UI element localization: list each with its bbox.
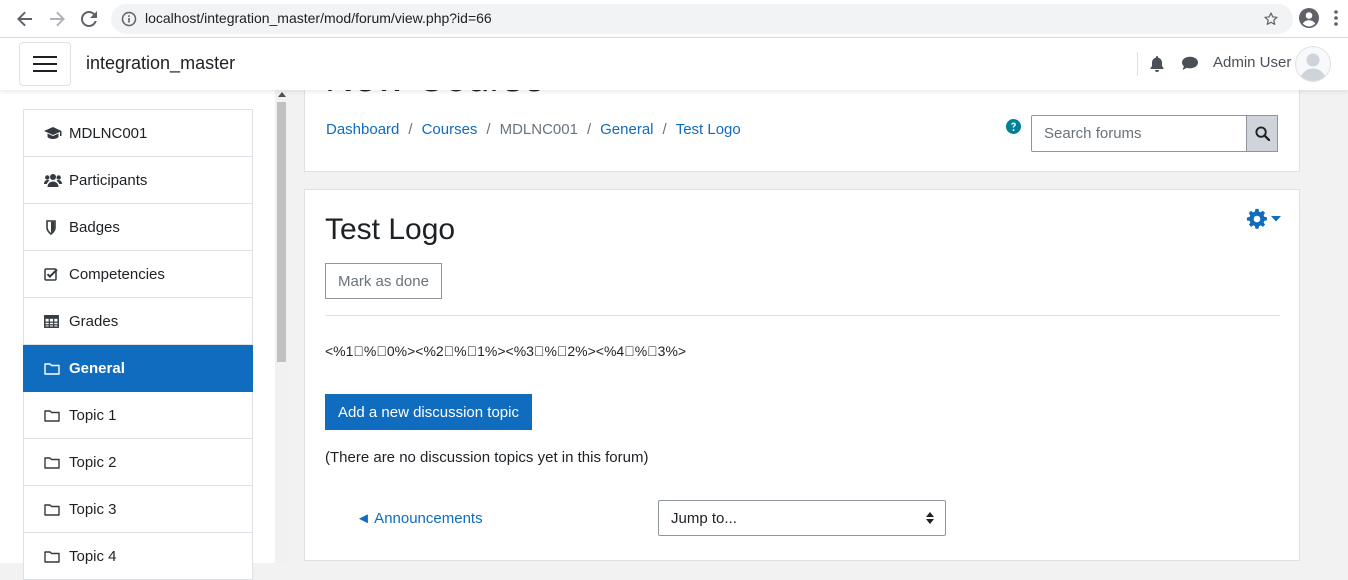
sidebar-item-topic-4[interactable]: Topic 4: [23, 533, 253, 580]
site-name[interactable]: integration_master: [86, 53, 235, 74]
course-title: New Course: [325, 90, 545, 101]
sidebar-item-label: Participants: [69, 171, 148, 189]
bookmark-star-icon[interactable]: [1263, 11, 1279, 27]
users-icon: [44, 172, 62, 188]
select-arrows-icon: [926, 512, 934, 524]
drawer-toggle-button[interactable]: [19, 42, 71, 86]
folder-icon: [44, 360, 62, 376]
check-square-icon: [44, 266, 62, 282]
sidebar-item-topic-2[interactable]: Topic 2: [23, 439, 253, 486]
user-menu-name[interactable]: Admin User: [1213, 54, 1291, 71]
sidebar-item-topic-1[interactable]: Topic 1: [23, 392, 253, 439]
forum-intro: <%1 % 0%><%2 % 1%><%3 % 2%><%4 % 3%>: [325, 343, 687, 359]
forum-content: Test Logo Mark as done <%1 % 0%><%2 % 1%…: [304, 189, 1300, 561]
empty-state-text: (There are no discussion topics yet in t…: [325, 449, 649, 466]
reload-button[interactable]: [78, 8, 100, 30]
search-icon: [1254, 126, 1270, 141]
sidebar-item-label: Grades: [69, 312, 119, 330]
sidebar-item-participants[interactable]: Participants: [23, 157, 253, 204]
search-button[interactable]: [1246, 115, 1278, 152]
search-input[interactable]: [1032, 116, 1247, 151]
shield-icon: [44, 219, 62, 235]
folder-icon: [44, 407, 62, 423]
divider: [325, 315, 1280, 316]
browser-profile-icon[interactable]: [1299, 8, 1319, 28]
back-arrow-icon: [17, 11, 32, 27]
hamburger-icon: [33, 56, 57, 72]
settings-menu-toggle[interactable]: [1246, 208, 1281, 230]
site-navbar: integration_master Admin User: [0, 38, 1348, 90]
jump-to-select[interactable]: Jump to...: [658, 500, 946, 536]
breadcrumb-activity[interactable]: Test Logo: [676, 121, 741, 138]
address-bar[interactable]: localhost/integration_master/mod/forum/v…: [111, 4, 1293, 34]
breadcrumb-courses[interactable]: Courses: [422, 121, 478, 138]
back-button[interactable]: [14, 8, 36, 30]
add-discussion-button[interactable]: Add a new discussion topic: [325, 394, 532, 430]
gear-icon: [1246, 208, 1267, 229]
folder-icon: [44, 548, 62, 564]
scrollbar-thumb[interactable]: [277, 102, 286, 362]
sidebar-item-general[interactable]: General: [23, 345, 253, 392]
sidebar-item-label: Badges: [69, 218, 120, 236]
sidebar-item-label: Topic 3: [69, 500, 117, 518]
page-title: Test Logo: [325, 213, 456, 246]
caret-down-icon: [1271, 216, 1281, 222]
sidebar-item-label: Topic 1: [69, 406, 117, 424]
breadcrumb-course: MDLNC001: [499, 121, 578, 138]
navbar-divider: [1137, 52, 1138, 76]
sidebar-item-label: Topic 4: [69, 547, 117, 565]
breadcrumb-dashboard[interactable]: Dashboard: [326, 121, 399, 138]
reload-icon: [81, 11, 97, 27]
avatar-placeholder-icon: [1295, 46, 1331, 82]
mark-as-done-button[interactable]: Mark as done: [325, 263, 442, 299]
sidebar-item-course[interactable]: MDLNC001: [23, 109, 253, 157]
folder-icon: [44, 454, 62, 470]
table-icon: [44, 313, 62, 329]
messages-bubble-icon[interactable]: [1181, 56, 1199, 71]
info-icon[interactable]: [121, 11, 137, 27]
user-avatar[interactable]: [1295, 46, 1331, 82]
previous-activity-link[interactable]: ◄ Announcements: [356, 510, 483, 527]
breadcrumb: Dashboard / Courses / MDLNC001/General / Test …: [326, 121, 741, 138]
forward-button[interactable]: [46, 8, 68, 30]
browser-menu-icon[interactable]: [1334, 9, 1338, 27]
notifications-bell-icon[interactable]: [1149, 55, 1165, 72]
sidebar-item-topic-3[interactable]: Topic 3: [23, 486, 253, 533]
sidebar-item-label: General: [69, 359, 125, 377]
breadcrumb-section[interactable]: General: [600, 121, 653, 138]
folder-icon: [44, 501, 62, 517]
forward-arrow-icon: [50, 11, 65, 27]
scroll-up-arrow-icon[interactable]: [278, 92, 286, 97]
jump-to-selected-value: Jump to...: [671, 510, 737, 527]
sidebar-item-label: Topic 2: [69, 453, 117, 471]
sidebar-scrollbar[interactable]: [275, 90, 288, 563]
graduation-cap-icon: [44, 125, 62, 141]
course-index-drawer: MDLNC001 Participants Badges Competencie…: [0, 90, 288, 580]
sidebar-item-label: MDLNC001: [69, 124, 148, 142]
sidebar-item-label: Competencies: [69, 265, 165, 283]
forum-search: [1031, 115, 1278, 152]
page-header: New Course Dashboard/Courses/MDLNC001/Ge…: [304, 90, 1300, 172]
url-text[interactable]: localhost/integration_master/mod/forum/v…: [145, 10, 492, 26]
sidebar-item-grades[interactable]: Grades: [23, 298, 253, 345]
sidebar-item-badges[interactable]: Badges: [23, 204, 253, 251]
course-nav-list: MDLNC001 Participants Badges Competencie…: [23, 109, 253, 580]
help-icon[interactable]: [1006, 119, 1021, 134]
sidebar-item-competencies[interactable]: Competencies: [23, 251, 253, 298]
browser-toolbar: localhost/integration_master/mod/forum/v…: [0, 0, 1348, 38]
